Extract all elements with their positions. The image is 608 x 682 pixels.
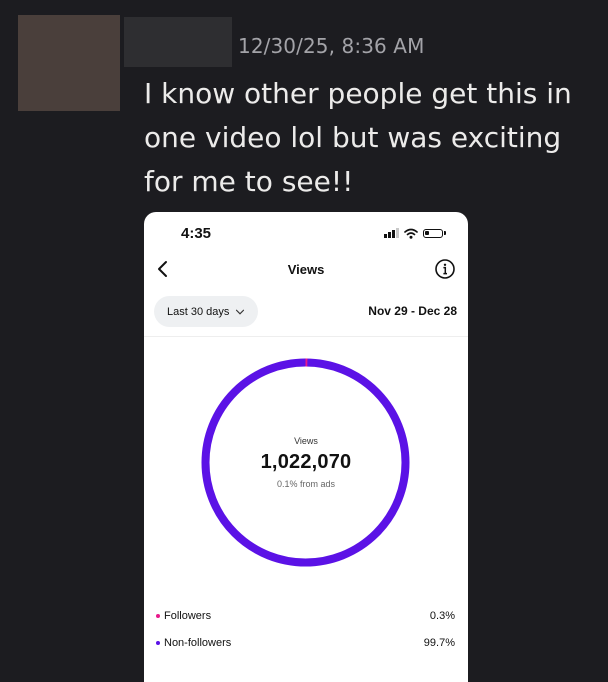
signal-icon [384,228,399,238]
ads-percentage: 0.1% from ads [276,479,336,489]
page-title: Views [287,262,325,277]
status-bar-time: 4:35 [181,225,212,242]
legend-label: Non-followers [164,637,232,649]
followers-color-dot [156,614,160,618]
message-timestamp: 12/30/25, 8:36 AM [238,34,425,58]
legend-non-followers: Non-followers 99.7% [156,635,455,651]
period-dropdown[interactable]: Last 30 days [154,296,259,327]
period-label: Last 30 days [167,305,230,318]
chevron-down-icon [236,309,245,315]
legend-followers: Followers 0.3% [156,608,455,624]
battery-tip [444,231,446,235]
views-count: 1,022,070 [260,451,352,473]
donut-label: Views [294,436,318,446]
non-followers-color-dot [156,641,160,645]
avatar[interactable] [18,15,120,111]
date-range: Nov 29 - Dec 28 [368,304,457,318]
attached-screenshot[interactable]: 4:35 Views Last 30 days Nov 29 - Dec 28 … [144,212,468,682]
legend-label: Followers [164,610,212,622]
status-bar-icons [384,226,446,240]
info-icon[interactable] [434,258,456,280]
wifi-icon [404,228,418,239]
redacted-username [124,17,232,67]
message-text: I know other people get this in one vide… [144,77,572,198]
battery-icon [423,228,443,238]
divider [144,336,468,337]
legend-value: 99.7% [423,637,455,649]
legend-value: 0.3% [429,610,455,622]
